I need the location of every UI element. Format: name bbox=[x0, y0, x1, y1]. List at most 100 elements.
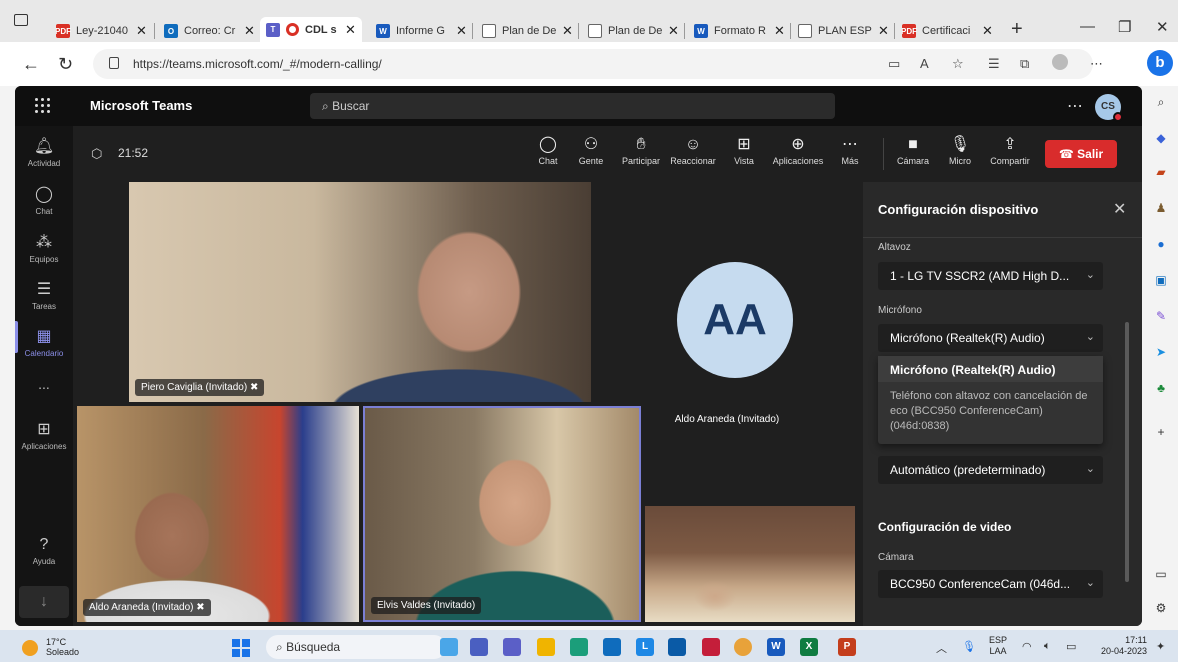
collections-icon[interactable]: ⧉ bbox=[1020, 56, 1029, 72]
store-icon[interactable] bbox=[603, 638, 621, 656]
close-tab-icon[interactable]: ✕ bbox=[878, 23, 889, 39]
weather-widget[interactable]: 17°C Soleado bbox=[46, 637, 79, 657]
video-tile-elvis[interactable]: Elvis Valdes (Invitado) bbox=[363, 406, 641, 622]
window-menu-icon[interactable] bbox=[14, 14, 28, 26]
profile-icon[interactable] bbox=[1052, 54, 1068, 70]
minimize-button[interactable]: — bbox=[1080, 18, 1095, 35]
mic-select[interactable]: Micrófono (Realtek(R) Audio) ⌄ bbox=[878, 324, 1103, 352]
mail-icon[interactable] bbox=[668, 638, 686, 656]
games-icon[interactable]: ♟ bbox=[1153, 200, 1169, 216]
designer-icon[interactable]: ✎ bbox=[1153, 308, 1169, 324]
close-tab-icon[interactable]: ✕ bbox=[345, 22, 356, 38]
search-icon[interactable]: ⌕ bbox=[1153, 94, 1169, 110]
avatar[interactable]: CS bbox=[1095, 94, 1123, 122]
browser-tab[interactable]: W Informe G ✕ bbox=[376, 20, 467, 42]
add-icon[interactable]: + bbox=[1153, 424, 1169, 440]
search-input[interactable]: ⌕ Buscar bbox=[310, 93, 835, 119]
browser-tab[interactable]: PDF Ley-21040 ✕ bbox=[56, 20, 147, 42]
teams-chat-icon[interactable] bbox=[503, 638, 521, 656]
more-menu-icon[interactable]: ⋯ bbox=[1090, 56, 1103, 72]
rail-item-teams[interactable]: ⁂ Equipos bbox=[15, 234, 73, 264]
dropdown-option[interactable]: Teléfono con altavoz con cancelación de … bbox=[890, 389, 1095, 434]
settings-icon[interactable]: ⚙ bbox=[1153, 600, 1169, 616]
bing-chat-icon[interactable]: b bbox=[1147, 50, 1173, 76]
chevron-up-icon[interactable]: ︿ bbox=[936, 640, 947, 656]
mic-button[interactable]: 🎙︎ Micro bbox=[945, 134, 975, 166]
app-l-icon[interactable]: L bbox=[636, 638, 654, 656]
close-tab-icon[interactable]: ✕ bbox=[668, 23, 679, 39]
browser-tab[interactable]: Plan de De ✕ bbox=[482, 20, 573, 42]
browser-tab[interactable]: PDF Certificaci ✕ bbox=[902, 20, 993, 42]
file-explorer-icon[interactable] bbox=[537, 638, 555, 656]
close-tab-icon[interactable]: ✕ bbox=[774, 23, 785, 39]
refresh-icon[interactable]: ↻ bbox=[58, 54, 73, 75]
dropdown-option[interactable]: Micrófono (Realtek(R) Audio) bbox=[878, 356, 1103, 382]
office-icon[interactable]: ● bbox=[1153, 236, 1169, 252]
browser-tab[interactable]: W Formato R ✕ bbox=[694, 20, 785, 42]
close-tab-icon[interactable]: ✕ bbox=[562, 23, 573, 39]
noise-suppression-select[interactable]: Automático (predeterminado) ⌄ bbox=[878, 456, 1103, 484]
word-icon[interactable]: W bbox=[767, 638, 785, 656]
close-tab-icon[interactable]: ✕ bbox=[456, 23, 467, 39]
browser-tab[interactable]: Plan de De ✕ bbox=[588, 20, 679, 42]
send-icon[interactable]: ➤ bbox=[1153, 344, 1169, 360]
camera-select[interactable]: BCC950 ConferenceCam (046d... ⌄ bbox=[878, 570, 1103, 598]
close-tab-icon[interactable]: ✕ bbox=[244, 23, 255, 39]
rail-item-more[interactable]: ... bbox=[15, 376, 73, 392]
video-tile-aldo[interactable]: Aldo Araneda (Invitado) ✖︎ bbox=[77, 406, 359, 622]
view-button[interactable]: ⊞ Vista bbox=[729, 134, 759, 166]
mic-tray-icon[interactable]: 🎙︎ bbox=[962, 640, 976, 653]
favorites-list-icon[interactable]: ☰ bbox=[988, 56, 1000, 72]
tools-icon[interactable]: ▰ bbox=[1153, 164, 1169, 180]
wifi-icon[interactable]: ◠ bbox=[1022, 640, 1032, 653]
edge-icon[interactable] bbox=[570, 638, 588, 656]
start-button[interactable] bbox=[232, 639, 250, 657]
apps-button[interactable]: ⊕ Aplicaciones bbox=[769, 134, 827, 166]
rail-item-help[interactable]: ? Ayuda bbox=[15, 536, 73, 566]
more-options-icon[interactable]: ⋯ bbox=[1067, 96, 1083, 116]
more-button[interactable]: ⋯ Más bbox=[837, 134, 863, 166]
volume-icon[interactable]: 🔈︎ bbox=[1044, 640, 1051, 653]
close-tab-icon[interactable]: ✕ bbox=[136, 23, 147, 39]
browser-tab[interactable]: O Correo: Cr ✕ bbox=[164, 20, 255, 42]
scrollbar[interactable] bbox=[1125, 322, 1129, 582]
raise-hand-button[interactable]: ✋︎ Participar bbox=[617, 134, 665, 166]
close-tab-icon[interactable]: ✕ bbox=[982, 23, 993, 39]
rail-item-chat[interactable]: ◯ Chat bbox=[15, 186, 73, 216]
taskbar-search[interactable]: ⌕ Búsqueda bbox=[266, 635, 446, 659]
share-button[interactable]: ⇪ Compartir bbox=[987, 134, 1033, 166]
outlook-icon[interactable]: ▣ bbox=[1153, 272, 1169, 288]
excel-icon[interactable]: X bbox=[800, 638, 818, 656]
powerpoint-icon[interactable]: P bbox=[838, 638, 856, 656]
close-icon[interactable]: ✕ bbox=[1113, 199, 1126, 219]
landscape-icon[interactable] bbox=[440, 638, 458, 656]
rail-item-apps[interactable]: ⊞ Aplicaciones bbox=[15, 421, 73, 451]
new-tab-button[interactable]: + bbox=[1011, 18, 1023, 41]
task-view-icon[interactable] bbox=[470, 638, 488, 656]
speaker-select[interactable]: 1 - LG TV SSCR2 (AMD High D... ⌄ bbox=[878, 262, 1103, 290]
close-window-button[interactable]: ✕ bbox=[1156, 18, 1169, 36]
download-icon[interactable]: ↓ bbox=[19, 586, 69, 618]
app-launcher-icon[interactable] bbox=[35, 98, 51, 114]
app-view-icon[interactable]: ▭ bbox=[888, 56, 900, 72]
read-aloud-icon[interactable]: A bbox=[920, 56, 929, 71]
chrome-icon[interactable] bbox=[734, 638, 752, 656]
camera-button[interactable]: ■ Cámara bbox=[895, 134, 931, 166]
sidebar-layout-icon[interactable]: ▭ bbox=[1153, 566, 1169, 582]
language-indicator[interactable]: ESP LAA bbox=[989, 635, 1007, 657]
notifications-icon[interactable]: ✦ bbox=[1156, 640, 1165, 653]
address-bar[interactable]: https://teams.microsoft.com/_#/modern-ca… bbox=[93, 49, 1093, 79]
rail-item-activity[interactable]: 🔔︎ Actividad bbox=[15, 138, 73, 168]
favorite-icon[interactable]: ☆ bbox=[952, 56, 964, 72]
shopping-icon[interactable]: ◆ bbox=[1153, 130, 1169, 146]
restore-button[interactable]: ❐ bbox=[1118, 18, 1131, 36]
browser-tab-active[interactable]: T CDL s ✕ bbox=[260, 17, 362, 42]
react-button[interactable]: ☺ Reaccionar bbox=[668, 134, 718, 166]
video-tile-room[interactable] bbox=[645, 506, 855, 622]
people-button[interactable]: ⚇ Gente bbox=[573, 134, 609, 166]
tree-icon[interactable]: ♣ bbox=[1153, 380, 1169, 396]
rail-item-tasks[interactable]: ☰ Tareas bbox=[15, 281, 73, 311]
mcafee-icon[interactable] bbox=[702, 638, 720, 656]
video-tile-piero[interactable]: Piero Caviglia (Invitado) ✖︎ bbox=[129, 182, 591, 402]
battery-icon[interactable]: ▭ bbox=[1066, 640, 1076, 653]
